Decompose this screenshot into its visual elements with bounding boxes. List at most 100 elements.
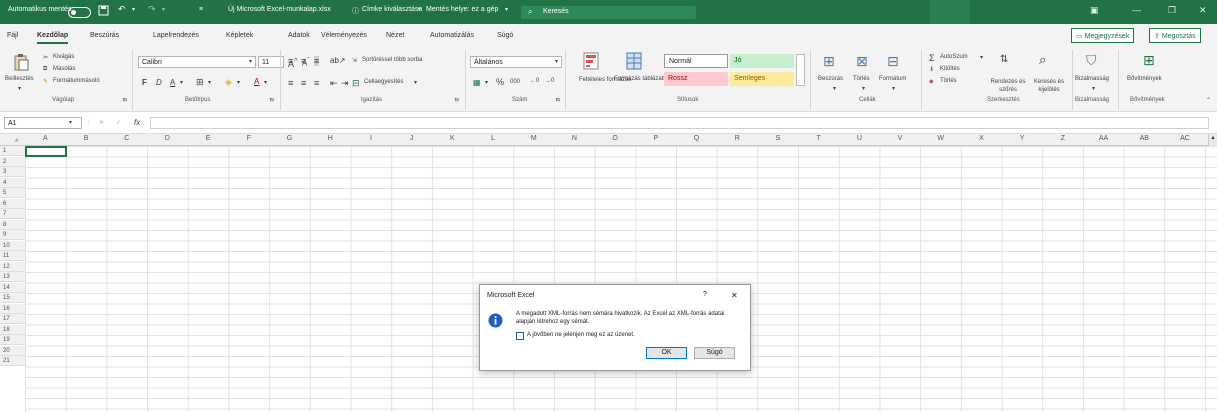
sensitivity-label[interactable]: Címke kiválasztása (362, 6, 422, 13)
name-box-dropdown-icon[interactable]: ▾ (69, 119, 72, 126)
dont-show-label[interactable]: A jövőben ne jelenjen meg ez az üzenet. (527, 332, 635, 338)
column-header[interactable]: B (66, 135, 107, 142)
sensitivity-ribbon-icon[interactable]: ⛉ (1086, 52, 1097, 69)
currency-icon[interactable]: ▦ (473, 78, 481, 87)
ok-button[interactable]: OK (646, 347, 687, 359)
customize-qat-icon[interactable]: ≡ (199, 6, 203, 13)
row-header[interactable]: 14 (0, 282, 25, 293)
format-cells-label[interactable]: Formátum (879, 76, 906, 82)
style-normal[interactable]: Normál (664, 54, 728, 68)
borders-dropdown-icon[interactable]: ▾ (208, 79, 211, 86)
row-header[interactable]: 11 (0, 251, 25, 261)
align-top-icon[interactable]: ≡ (288, 56, 293, 66)
tab-data[interactable]: Adatok (288, 32, 310, 39)
row-header[interactable]: 12 (0, 261, 25, 272)
minimize-icon[interactable]: — (1132, 5, 1141, 15)
column-header[interactable]: V (880, 135, 921, 142)
style-neutral[interactable]: Semleges (730, 72, 794, 86)
autosum-label[interactable]: AutoSzum (940, 54, 968, 60)
tab-formulas[interactable]: Képletek (226, 32, 253, 39)
column-header[interactable]: O (595, 135, 636, 142)
row-header[interactable]: 9 (0, 230, 25, 240)
column-header[interactable]: P (636, 135, 677, 142)
format-dropdown-icon[interactable]: ▾ (892, 85, 895, 92)
row-header[interactable]: 19 (0, 335, 25, 345)
align-center-icon[interactable]: ≡ (301, 78, 306, 88)
row-header[interactable]: 1 (0, 146, 25, 156)
restore-icon[interactable]: ❐ (1168, 5, 1176, 16)
merge-center-label[interactable]: Cellaegyesítés (364, 79, 403, 85)
save-icon[interactable] (98, 5, 109, 16)
autosave-toggle[interactable] (68, 7, 91, 18)
wrap-text-icon[interactable]: ⇲ (352, 57, 357, 64)
copy-label[interactable]: Másolás (53, 66, 75, 72)
clear-icon[interactable]: ◆ (929, 78, 934, 85)
column-header[interactable]: Z (1043, 135, 1084, 142)
cancel-icon[interactable]: ✕ (99, 119, 104, 126)
sensitivity-dropdown-icon[interactable]: ▾ (1092, 85, 1095, 92)
conditional-formatting-icon[interactable] (583, 52, 599, 72)
decrease-decimal-icon[interactable]: →0 (545, 78, 554, 84)
column-header[interactable]: K (432, 135, 473, 142)
percent-button[interactable]: % (496, 77, 504, 87)
column-header[interactable]: S (758, 135, 799, 142)
column-header[interactable]: L (473, 135, 514, 142)
tab-review[interactable]: Véleményezés (321, 32, 367, 39)
undo-dropdown-icon[interactable]: ▾ (132, 6, 135, 13)
increase-decimal-icon[interactable]: ←0 (530, 78, 539, 84)
fill-color-dropdown-icon[interactable]: ▾ (237, 79, 240, 86)
column-header[interactable]: T (798, 135, 839, 142)
row-header[interactable]: 20 (0, 345, 25, 356)
paste-icon[interactable] (12, 53, 30, 73)
column-header[interactable]: AA (1083, 135, 1124, 142)
style-bad[interactable]: Rossz (664, 72, 728, 86)
save-location[interactable]: Mentés helye: ez a gép (426, 6, 498, 13)
column-header[interactable]: D (147, 135, 188, 142)
row-header[interactable]: 5 (0, 188, 25, 198)
format-painter-label[interactable]: Formátummásoló (53, 78, 100, 84)
increase-indent-icon[interactable]: ⇥ (341, 78, 349, 89)
autosum-icon[interactable]: Σ (929, 53, 935, 63)
addins-icon[interactable]: ⊞ (1143, 52, 1155, 69)
delete-cells-label[interactable]: Törlés (853, 76, 870, 82)
row-header[interactable]: 21 (0, 356, 25, 366)
column-header[interactable]: G (269, 135, 310, 142)
column-header[interactable]: X (961, 135, 1002, 142)
column-header[interactable]: J (391, 135, 432, 142)
sensitivity-icon[interactable]: ⓘ (352, 6, 359, 16)
find-select-label[interactable]: Keresés és kijelölés (1028, 78, 1070, 94)
help-button[interactable]: Súgó (694, 347, 735, 359)
copy-icon[interactable]: ⧉ (43, 66, 47, 73)
sort-filter-icon[interactable]: ⇅ (1000, 54, 1008, 65)
insert-cells-icon[interactable]: ⊞ (823, 53, 835, 70)
dialog-close-button[interactable]: ✕ (731, 291, 738, 300)
underline-dropdown-icon[interactable]: ▾ (180, 79, 183, 86)
font-launcher-icon[interactable]: ⧅ (270, 97, 274, 104)
insert-dropdown-icon[interactable]: ▾ (833, 85, 836, 92)
font-name-select[interactable]: Calibri (138, 56, 256, 68)
alignment-launcher-icon[interactable]: ⧅ (455, 97, 459, 104)
cut-label[interactable]: Kivágás (53, 54, 74, 60)
currency-dropdown-icon[interactable]: ▾ (485, 79, 488, 86)
insert-cells-label[interactable]: Beszúrás (818, 76, 843, 82)
merge-center-icon[interactable]: ⊟ (352, 78, 360, 89)
row-header[interactable]: 13 (0, 272, 25, 282)
column-header[interactable]: I (351, 135, 392, 142)
format-painter-icon[interactable]: ✎ (43, 78, 48, 85)
active-cell[interactable] (25, 146, 67, 157)
italic-button[interactable]: D (156, 78, 162, 87)
number-format-dropdown-icon[interactable]: ▾ (555, 58, 558, 65)
style-good[interactable]: Jó (730, 54, 794, 68)
share-button[interactable]: ⇪ Megosztás (1149, 28, 1201, 43)
redo-dropdown-icon[interactable]: ▾ (162, 6, 165, 13)
tab-insert[interactable]: Beszúrás (90, 32, 119, 39)
ribbon-display-icon[interactable]: ▣ (1090, 5, 1099, 16)
row-header[interactable]: 2 (0, 156, 25, 167)
sort-filter-label[interactable]: Rendezés és szűrés (988, 78, 1028, 94)
column-header[interactable]: N (554, 135, 595, 142)
paste-dropdown-icon[interactable]: ▾ (18, 85, 21, 92)
align-right-icon[interactable]: ≡ (314, 78, 319, 88)
row-header[interactable]: 8 (0, 219, 25, 230)
format-as-table-icon[interactable] (626, 52, 642, 72)
column-header[interactable]: Y (1002, 135, 1043, 142)
